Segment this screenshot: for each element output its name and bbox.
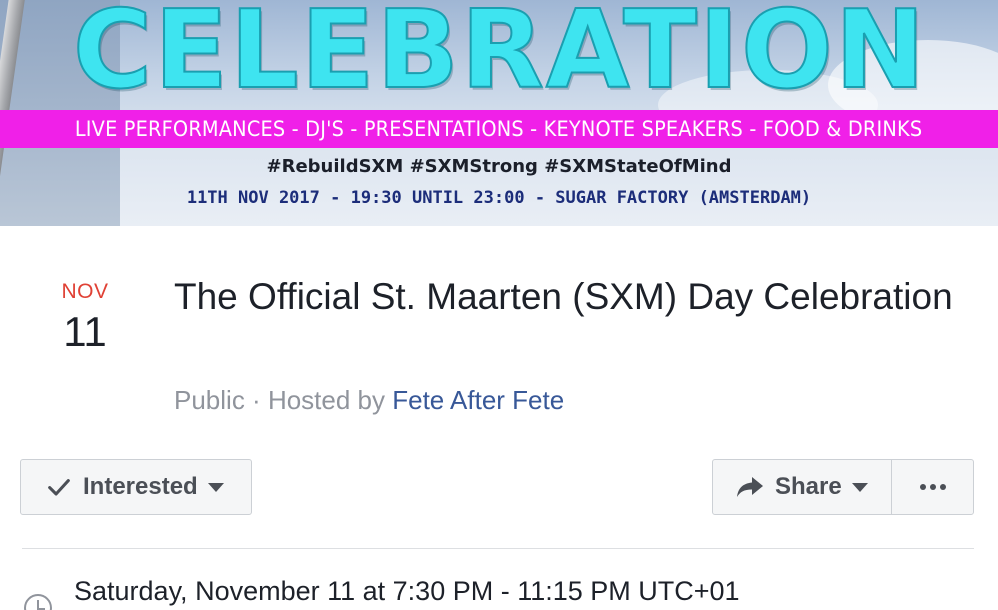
more-options-button[interactable] [891, 459, 974, 515]
share-arrow-icon [737, 477, 763, 497]
cover-title: CELEBRATION [72, 0, 928, 114]
interested-label: Interested [83, 473, 198, 500]
event-title: The Official St. Maarten (SXM) Day Celeb… [174, 276, 953, 317]
event-date-block: NOV 11 [40, 280, 130, 356]
checkmark-icon [48, 479, 70, 496]
caret-down-icon [851, 482, 868, 492]
share-button-group: Share [712, 459, 974, 515]
cover-hashtags: #RebuildSXM #SXMStrong #SXMStateOfMind [266, 156, 732, 177]
clock-icon [24, 594, 52, 610]
share-button[interactable]: Share [712, 459, 892, 515]
share-label: Share [775, 473, 842, 500]
event-privacy: Public [174, 385, 245, 415]
meta-separator: · [244, 385, 268, 415]
more-dots-icon [919, 484, 946, 490]
event-cover-photo[interactable]: CELEBRATION LIVE PERFORMANCES - DJ'S - P… [0, 0, 998, 226]
event-month: NOV [61, 280, 109, 303]
interested-button[interactable]: Interested [20, 459, 252, 515]
event-meta: Public · Hosted by Fete After Fete [174, 385, 564, 416]
section-divider [22, 548, 974, 549]
event-day: 11 [63, 308, 107, 355]
cover-date-line: 11TH NOV 2017 - 19:30 UNTIL 23:00 - SUGA… [186, 188, 812, 208]
event-host-link[interactable]: Fete After Fete [392, 385, 564, 415]
event-time: Saturday, November 11 at 7:30 PM - 11:15… [74, 576, 740, 606]
hosted-by-label: Hosted by [267, 385, 393, 415]
caret-down-icon [207, 482, 224, 492]
cover-activities-text: LIVE PERFORMANCES - DJ'S - PRESENTATIONS… [75, 117, 923, 141]
cover-activities-strip: LIVE PERFORMANCES - DJ'S - PRESENTATIONS… [0, 110, 998, 148]
